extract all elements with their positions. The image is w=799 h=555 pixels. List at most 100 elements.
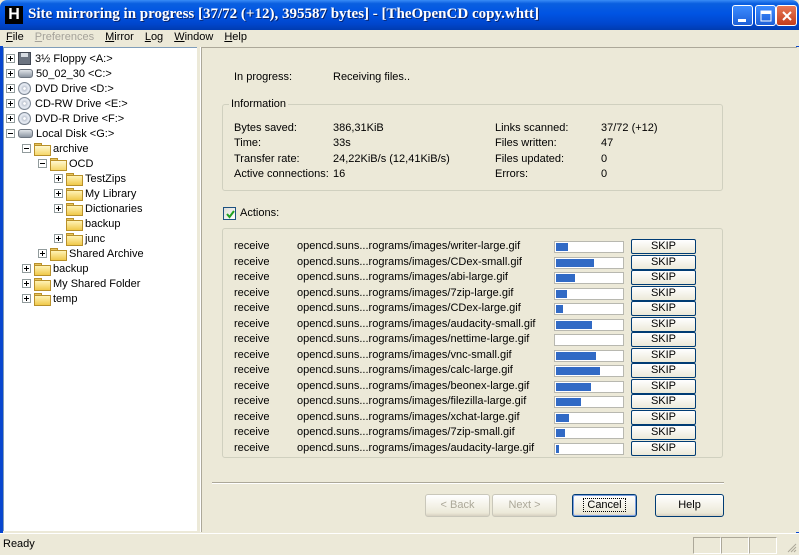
menu-help[interactable]: Help: [218, 30, 252, 46]
tree-item-label: CD-RW Drive <E:>: [35, 97, 128, 110]
tree-item[interactable]: temp: [22, 291, 77, 306]
action-type: receive: [234, 364, 270, 376]
tree-item[interactable]: backup: [54, 216, 120, 231]
skip-button[interactable]: SKIP: [631, 363, 696, 378]
tree-item[interactable]: My Shared Folder: [22, 276, 140, 291]
file-progress-bar: [554, 334, 624, 346]
menu-file[interactable]: File: [0, 30, 29, 46]
action-row: receive opencd.suns...rograms/images/file…: [223, 394, 722, 409]
tree-item[interactable]: backup: [22, 261, 88, 276]
skip-button[interactable]: SKIP: [631, 347, 696, 363]
transfer-rate-label: Transfer rate:: [234, 153, 300, 165]
help-button[interactable]: Help: [655, 494, 724, 517]
tree-item[interactable]: OCD: [38, 156, 93, 171]
tree-item[interactable]: archive: [22, 141, 88, 156]
file-progress-bar: [554, 272, 624, 284]
maximize-icon: [760, 10, 772, 22]
back-button[interactable]: < Back: [425, 494, 490, 517]
expand-icon[interactable]: [22, 279, 31, 288]
action-file: opencd.suns...rograms/images/vnc-small.g…: [297, 348, 512, 361]
action-row: receive opencd.suns...rograms/images/abi-…: [223, 270, 722, 285]
tree-item-label: backup: [53, 262, 89, 275]
drive-icon: [18, 69, 33, 78]
file-progress-fill: [556, 429, 565, 437]
expand-icon[interactable]: [54, 204, 63, 213]
expand-icon[interactable]: [6, 114, 15, 123]
expand-icon[interactable]: [6, 54, 15, 63]
folder-open-icon: [50, 158, 67, 171]
skip-button[interactable]: SKIP: [631, 440, 696, 456]
files-updated-label: Files updated:: [495, 153, 565, 165]
skip-button[interactable]: SKIP: [631, 254, 696, 270]
action-type: receive: [234, 333, 270, 345]
expand-icon[interactable]: [54, 189, 63, 198]
tree-item[interactable]: 50_02_30 <C:>: [6, 66, 112, 81]
expand-icon[interactable]: [38, 249, 47, 258]
menu-mirror[interactable]: Mirror: [99, 30, 139, 46]
skip-button[interactable]: SKIP: [631, 394, 696, 409]
bytes-saved-value: 386,31KiB: [333, 122, 384, 134]
expand-icon[interactable]: [54, 234, 63, 243]
folder-icon: [34, 293, 51, 306]
httrack-app-icon[interactable]: H: [5, 6, 23, 24]
title-bar[interactable]: H Site mirroring in progress [37/72 (+12…: [0, 0, 799, 30]
folder-icon: [66, 188, 83, 201]
tree-item[interactable]: DVD-R Drive <F:>: [6, 111, 124, 126]
tree-item[interactable]: Local Disk <G:>: [6, 126, 114, 141]
tree-item[interactable]: DVD Drive <D:>: [6, 81, 114, 96]
collapse-icon[interactable]: [6, 129, 15, 138]
skip-button[interactable]: SKIP: [631, 409, 696, 425]
tree-item[interactable]: junc: [54, 231, 105, 246]
tree-item-label: temp: [53, 292, 78, 305]
collapse-icon[interactable]: [22, 144, 31, 153]
tree-item[interactable]: TestZips: [54, 171, 126, 186]
skip-button[interactable]: SKIP: [631, 285, 696, 301]
tree-item-label: TestZips: [85, 172, 126, 185]
collapse-icon[interactable]: [38, 159, 47, 168]
tree-item[interactable]: CD-RW Drive <E:>: [6, 96, 128, 111]
folder-tree[interactable]: 3½ Floppy <A:> 50_02_30 <C:> DVD Drive <D:…: [3, 47, 197, 531]
minimize-button[interactable]: [732, 5, 753, 26]
expand-icon[interactable]: [22, 264, 31, 273]
action-file: opencd.suns...rograms/images/7zip-small.…: [297, 426, 515, 438]
skip-button[interactable]: SKIP: [631, 332, 696, 347]
expand-icon[interactable]: [6, 84, 15, 93]
menu-preferences[interactable]: Preferences: [29, 30, 99, 46]
tree-item[interactable]: My Library: [54, 186, 136, 201]
actions-checkbox-label[interactable]: Actions:: [240, 207, 279, 219]
expand-icon[interactable]: [22, 294, 31, 303]
skip-button[interactable]: SKIP: [631, 301, 696, 316]
action-file: opencd.suns...rograms/images/xchat-large…: [297, 410, 520, 423]
actions-checkbox[interactable]: [223, 207, 236, 220]
file-progress-bar: [554, 411, 624, 424]
action-file: opencd.suns...rograms/images/7zip-large.…: [297, 286, 514, 299]
skip-button[interactable]: SKIP: [631, 378, 696, 394]
skip-button[interactable]: SKIP: [631, 270, 696, 285]
cancel-button[interactable]: Cancel: [572, 494, 637, 517]
skip-button[interactable]: SKIP: [631, 239, 696, 254]
tree-item[interactable]: 3½ Floppy <A:>: [6, 51, 113, 66]
action-type: receive: [234, 348, 270, 361]
action-row: receive opencd.suns...rograms/images/auda…: [223, 316, 722, 332]
folder-open-icon: [34, 143, 51, 156]
tree-item[interactable]: Shared Archive: [38, 246, 144, 261]
tree-item[interactable]: Dictionaries: [54, 201, 142, 216]
expand-icon[interactable]: [6, 69, 15, 78]
action-type: receive: [234, 271, 270, 283]
close-button[interactable]: [776, 5, 797, 26]
menu-log[interactable]: Log: [139, 30, 168, 46]
action-file: opencd.suns...rograms/images/calc-large.…: [297, 364, 513, 376]
next-button[interactable]: Next >: [492, 494, 557, 517]
cd-icon: [18, 112, 31, 125]
action-row: receive opencd.suns...rograms/images/beon…: [223, 378, 722, 394]
skip-button[interactable]: SKIP: [631, 425, 696, 440]
menu-window[interactable]: Window: [168, 30, 218, 46]
file-progress-bar: [554, 241, 624, 253]
checkmark-icon: [226, 210, 235, 219]
expand-icon[interactable]: [54, 174, 63, 183]
maximize-button[interactable]: [755, 5, 776, 26]
skip-button[interactable]: SKIP: [631, 316, 696, 332]
file-progress-fill: [556, 382, 591, 391]
resize-grip-icon[interactable]: [785, 541, 797, 553]
expand-icon[interactable]: [6, 99, 15, 108]
